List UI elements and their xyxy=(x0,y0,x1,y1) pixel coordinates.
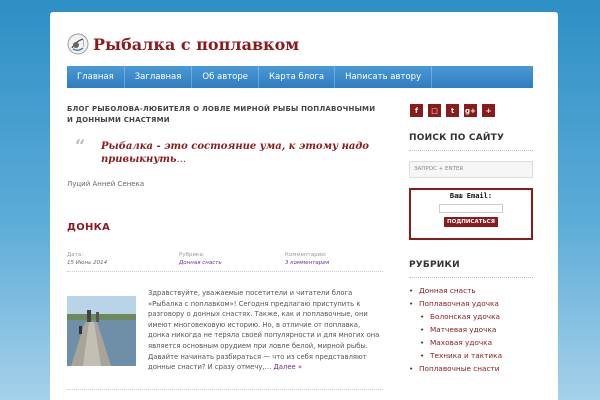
rubric-subitem[interactable]: Техника и тактика xyxy=(409,349,533,362)
social-buttons: f □ t g+ + xyxy=(410,104,533,117)
read-more-link[interactable]: Далее » xyxy=(274,363,303,371)
nav-item-sitemap[interactable]: Карта блога xyxy=(259,66,336,88)
search-input[interactable]: ЗАПРОС + ENTER xyxy=(409,161,533,178)
subscribe-box: Ваш Email: ПОДПИСАТЬСЯ xyxy=(409,188,533,240)
google-plus-icon[interactable]: g+ xyxy=(464,104,477,117)
page-container: Рыбалка с поплавком Главная Заглавная Об… xyxy=(50,12,558,400)
rubric-item[interactable]: Поплавочные снасти xyxy=(409,362,533,375)
rubric-subitem[interactable]: Маховая удочка xyxy=(409,336,533,349)
pier-image xyxy=(67,296,136,366)
post-divider xyxy=(67,388,383,390)
email-field[interactable] xyxy=(439,204,503,213)
quote-main: Рыбалка - это состояние ума, к этому над… xyxy=(101,141,369,165)
facebook-icon[interactable]: f xyxy=(410,104,423,117)
site-header: Рыбалка с поплавком xyxy=(67,30,299,58)
quote-author: Луций Анней Сенека xyxy=(67,180,145,188)
post-thumbnail[interactable] xyxy=(67,296,136,366)
post-excerpt: Здравствуйте, уважаемые посетители и чит… xyxy=(148,288,382,373)
search-widget-title: ПОИСК ПО САЙТУ xyxy=(409,133,505,143)
rubric-subitem[interactable]: Болонская удочка xyxy=(409,310,533,323)
post-body: Здравствуйте, уважаемые посетители и чит… xyxy=(67,288,383,373)
widget-divider xyxy=(409,150,533,151)
widget-divider xyxy=(409,277,533,278)
excerpt-text: Здравствуйте, уважаемые посетители и чит… xyxy=(148,289,380,372)
fisherman-logo-icon[interactable] xyxy=(67,33,89,55)
subscribe-button[interactable]: ПОДПИСАТЬСЯ xyxy=(444,217,498,227)
post-title[interactable]: ДОНКА xyxy=(67,222,383,233)
subscribe-label: Ваш Email: xyxy=(449,192,493,200)
nav-item-home[interactable]: Главная xyxy=(67,66,125,88)
blog-tagline: Блог рыболова-любителя о ловле мирной ры… xyxy=(67,105,376,124)
rubric-item[interactable]: Донная снасть xyxy=(409,284,533,297)
main-navigation: Главная Заглавная Об авторе Карта блога … xyxy=(67,66,533,88)
meta-comments-label: Комментарии: xyxy=(285,252,327,258)
quote-trail: ... xyxy=(176,154,187,165)
meta-date-label: Дата: xyxy=(67,252,84,258)
sidebar: f □ t g+ + ПОИСК ПО САЙТУ ЗАПРОС + ENTER… xyxy=(409,104,533,375)
quote-text: Рыбалка - это состояние ума, к этому над… xyxy=(101,140,383,166)
meta-comments-link[interactable]: 3 комментария xyxy=(285,259,329,267)
meta-rubric-link[interactable]: Донная снасть xyxy=(179,259,285,267)
meta-date-value: 15 Июнь 2014 xyxy=(67,260,108,266)
share-plus-icon[interactable]: + xyxy=(482,104,495,117)
main-content: Блог рыболова-любителя о ловле мирной ры… xyxy=(67,104,383,390)
nav-item-front[interactable]: Заглавная xyxy=(125,66,193,88)
rubrics-list: Донная снасть Поплавочная удочка Болонск… xyxy=(409,284,533,375)
meta-rubric-label: Рубрика: xyxy=(179,252,205,258)
instagram-icon[interactable]: □ xyxy=(428,104,441,117)
nav-item-contact[interactable]: Написать автору xyxy=(335,66,433,88)
quote-block: “ Рыбалка - это состояние ума, к этому н… xyxy=(67,136,383,166)
rubrics-widget-title: РУБРИКИ xyxy=(409,260,460,270)
nav-item-about[interactable]: Об авторе xyxy=(192,66,260,88)
meta-comments: Комментарии: 3 комментария xyxy=(285,251,329,267)
rubric-subitem[interactable]: Матчевая удочка xyxy=(409,323,533,336)
site-title[interactable]: Рыбалка с поплавком xyxy=(93,35,299,54)
rubric-item[interactable]: Поплавочная удочка xyxy=(409,297,533,310)
meta-rubric: Рубрика: Донная снасть xyxy=(179,251,285,267)
twitter-icon[interactable]: t xyxy=(446,104,459,117)
post-meta: Дата: 15 Июнь 2014 Рубрика: Донная снаст… xyxy=(67,251,383,272)
meta-date: Дата: 15 Июнь 2014 xyxy=(67,251,179,267)
quote-mark-icon: “ xyxy=(75,136,86,157)
